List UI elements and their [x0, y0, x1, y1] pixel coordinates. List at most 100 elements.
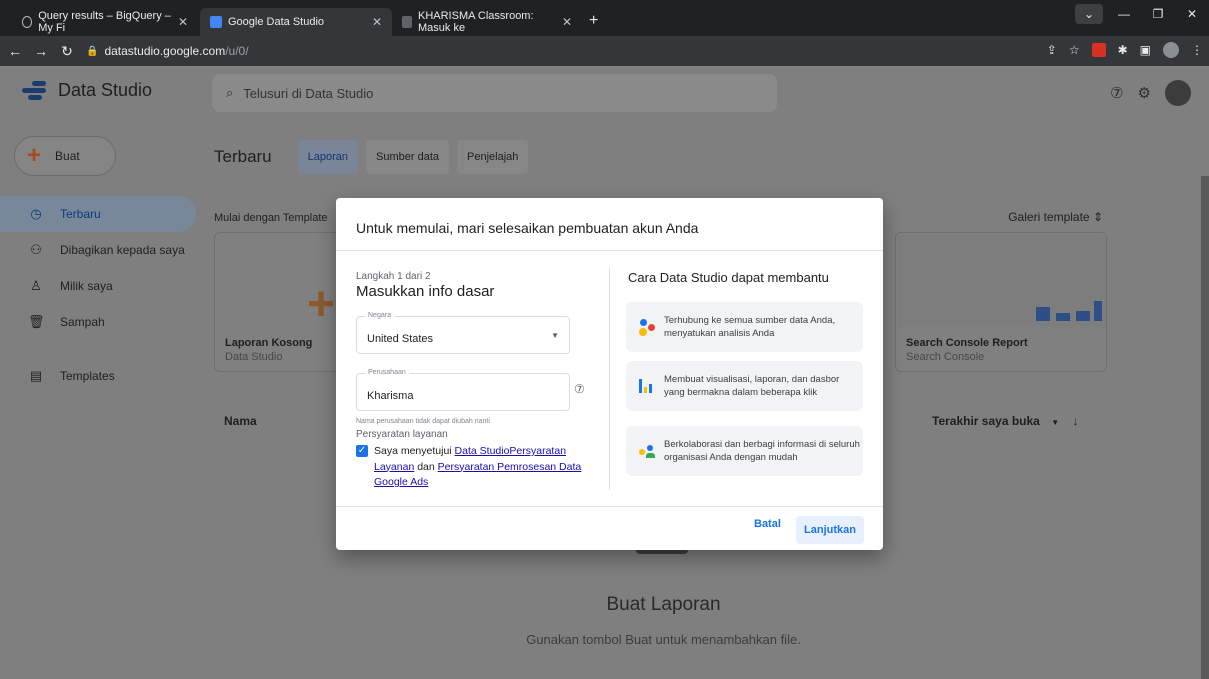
divider — [336, 506, 883, 507]
menu-kebab-icon[interactable]: ⋮ — [1191, 43, 1203, 57]
expand-icon: ⇕ — [1092, 210, 1103, 224]
user-avatar[interactable] — [1165, 80, 1191, 106]
templates-icon: ▤ — [29, 368, 43, 383]
account-setup-dialog: Untuk memulai, mari selesaikan pembuatan… — [336, 198, 883, 550]
minimize-icon[interactable]: — — [1107, 0, 1141, 28]
extension-icon[interactable] — [1091, 43, 1106, 57]
extension-area: ⇪ ☆ ✱ ▣ ⋮ — [1047, 42, 1203, 58]
step-title: Masukkan info dasar — [356, 283, 495, 300]
data-studio-favicon-icon — [210, 16, 222, 28]
shared-people-icon: ⚇ — [30, 242, 42, 257]
forward-icon[interactable]: → — [30, 43, 52, 59]
trash-icon: 🗑 — [28, 314, 45, 329]
browser-toolbar: ← → ↻ 🔒 datastudio.google.com/u/0/ ⇪ ☆ ✱… — [0, 36, 1209, 66]
template-heading: Mulai dengan Template — [214, 212, 328, 224]
card-subtitle: Data Studio — [225, 351, 283, 363]
scrollbar[interactable] — [1201, 176, 1209, 679]
window-controls: ⌄ — ❐ ✕ — [1075, 0, 1209, 28]
template-card-search-console[interactable]: Search Console Report Search Console — [895, 232, 1107, 372]
header-icons: ⑦ ⚙ — [1110, 80, 1191, 106]
empty-state-subtitle: Gunakan tombol Buat untuk menambahkan fi… — [526, 632, 801, 647]
back-icon[interactable]: ← — [4, 43, 26, 59]
app-name: Data Studio — [58, 80, 153, 100]
new-tab-icon[interactable]: + — [589, 12, 598, 30]
collaborate-people-icon — [638, 442, 656, 460]
tab-search-icon[interactable]: ⌄ — [1075, 4, 1103, 24]
tab-data-sources[interactable]: Sumber data — [366, 140, 449, 174]
plus-icon: + — [307, 278, 336, 331]
reload-icon[interactable]: ↻ — [56, 43, 78, 60]
close-icon[interactable]: ✕ — [178, 15, 188, 29]
page-title: Terbaru — [214, 147, 272, 166]
sidebar-item-trash[interactable]: 🗑 Sampah — [0, 304, 196, 340]
address-bar[interactable]: 🔒 datastudio.google.com/u/0/ — [86, 40, 249, 62]
terms-heading: Persyaratan layanan — [356, 429, 448, 440]
content-tabs: Terbaru Laporan Sumber data Penjelajah — [214, 140, 529, 174]
card-title: Search Console Report — [906, 337, 1028, 349]
dropdown-arrow-icon: ▼ — [551, 331, 559, 340]
help-icon[interactable]: ⑦ — [574, 382, 585, 396]
vertical-divider — [609, 268, 610, 490]
report-thumbnail — [898, 235, 1106, 327]
tab-reports[interactable]: Laporan — [297, 140, 359, 174]
close-icon[interactable]: ✕ — [372, 15, 382, 29]
browser-tab-strip: Query results – BigQuery – My Fi ✕ Googl… — [0, 0, 1209, 36]
person-icon: ♙ — [30, 278, 42, 293]
help-card-collaborate: Berkolaborasi dan berbagi informasi di s… — [626, 426, 863, 476]
close-icon[interactable]: ✕ — [562, 15, 572, 29]
card-title: Laporan Kosong — [225, 337, 313, 349]
column-name-header[interactable]: Nama — [224, 414, 257, 428]
template-gallery-button[interactable]: Galeri template ⇕ — [1008, 210, 1103, 224]
sidebar-item-shared[interactable]: ⚇ Dibagikan kepada saya — [0, 232, 196, 268]
help-panel-title: Cara Data Studio dapat membantu — [628, 270, 829, 285]
app-logo[interactable]: Data Studio — [22, 80, 152, 101]
help-card-connect: Terhubung ke semua sumber data Anda, men… — [626, 302, 863, 352]
share-icon[interactable]: ⇪ — [1047, 43, 1057, 57]
profile-avatar[interactable] — [1163, 42, 1179, 58]
bookmark-star-icon[interactable]: ☆ — [1069, 43, 1080, 57]
create-button[interactable]: + Buat — [14, 136, 116, 176]
terms-checkbox[interactable]: ✓ — [356, 445, 368, 457]
classroom-favicon-icon — [402, 16, 412, 28]
continue-button[interactable]: Lanjutkan — [796, 516, 864, 544]
plus-icon: + — [27, 142, 42, 169]
sidebar-item-owned[interactable]: ♙ Milik saya — [0, 268, 196, 304]
lock-icon: 🔒 — [86, 45, 99, 57]
step-indicator: Langkah 1 dari 2 — [356, 271, 431, 282]
clock-icon: ◷ — [30, 206, 42, 221]
cancel-button[interactable]: Batal — [754, 518, 781, 530]
country-select[interactable]: Negara United States ▼ — [356, 312, 570, 354]
sort-direction-icon[interactable]: ↓ — [1072, 414, 1078, 428]
company-field[interactable]: Perusahaan Kharisma — [356, 369, 570, 411]
dialog-title: Untuk memulai, mari selesaikan pembuatan… — [356, 220, 699, 236]
search-placeholder: Telusuri di Data Studio — [243, 85, 374, 101]
url-host: datastudio.google.com — [104, 44, 226, 58]
browser-tab-data-studio[interactable]: Google Data Studio ✕ — [200, 8, 392, 36]
restore-icon[interactable]: ❐ — [1141, 0, 1175, 28]
browser-tab-bigquery[interactable]: Query results – BigQuery – My Fi ✕ — [12, 8, 198, 36]
bigquery-favicon-icon — [22, 16, 33, 28]
help-card-visualize: Membuat visualisasi, laporan, dan dasbor… — [626, 361, 863, 411]
browser-tab-kharisma[interactable]: KHARISMA Classroom: Masuk ke ✕ — [392, 8, 582, 36]
card-subtitle: Search Console — [906, 351, 985, 363]
bar-chart-icon — [638, 377, 656, 395]
side-panel-icon[interactable]: ▣ — [1140, 43, 1151, 57]
tab-explorer[interactable]: Penjelajah — [457, 140, 529, 174]
help-icon[interactable]: ⑦ — [1110, 84, 1123, 102]
close-window-icon[interactable]: ✕ — [1175, 0, 1209, 28]
empty-state-title: Buat Laporan — [606, 594, 721, 615]
divider — [336, 250, 883, 251]
sort-dropdown[interactable]: Terakhir saya buka ▼ ↓ — [932, 414, 1078, 428]
app-header: Data Studio ⌕ Telusuri di Data Studio ⑦ … — [0, 66, 1209, 120]
sidebar-item-recent[interactable]: ◷ Terbaru — [0, 196, 196, 232]
connect-sources-icon — [638, 318, 656, 336]
dropdown-arrow-icon: ▼ — [1051, 418, 1060, 427]
puzzle-icon[interactable]: ✱ — [1118, 43, 1128, 57]
gear-icon[interactable]: ⚙ — [1138, 84, 1151, 102]
search-input[interactable]: ⌕ Telusuri di Data Studio — [212, 74, 777, 112]
company-hint: Nama perusahaan tidak dapat diubah nanti — [356, 418, 490, 425]
search-icon: ⌕ — [226, 85, 234, 100]
terms-text: Saya menyetujui Data StudioPersyaratan L… — [374, 445, 582, 488]
url-path: /u/0/ — [225, 44, 249, 58]
sidebar-item-templates[interactable]: ▤ Templates — [0, 358, 196, 394]
